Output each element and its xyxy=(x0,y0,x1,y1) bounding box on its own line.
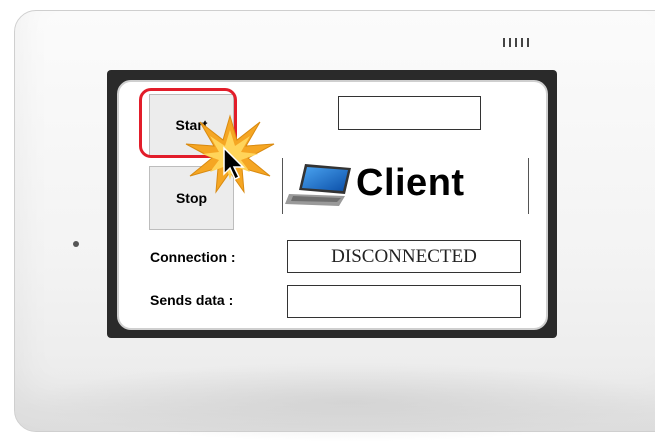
mouse-cursor-icon xyxy=(223,146,245,181)
sends-data-label: Sends data : xyxy=(150,292,234,308)
speaker-grille xyxy=(503,38,529,47)
status-display-field xyxy=(338,96,481,130)
laptop-icon xyxy=(285,164,351,206)
side-sensor-dot xyxy=(73,241,79,247)
device-bottom-edge xyxy=(30,362,655,442)
connection-status-field: DISCONNECTED xyxy=(287,240,521,273)
sends-data-field xyxy=(287,285,521,318)
connection-status-value: DISCONNECTED xyxy=(331,245,477,267)
client-title: Client xyxy=(356,162,465,204)
connection-label: Connection : xyxy=(150,249,236,265)
